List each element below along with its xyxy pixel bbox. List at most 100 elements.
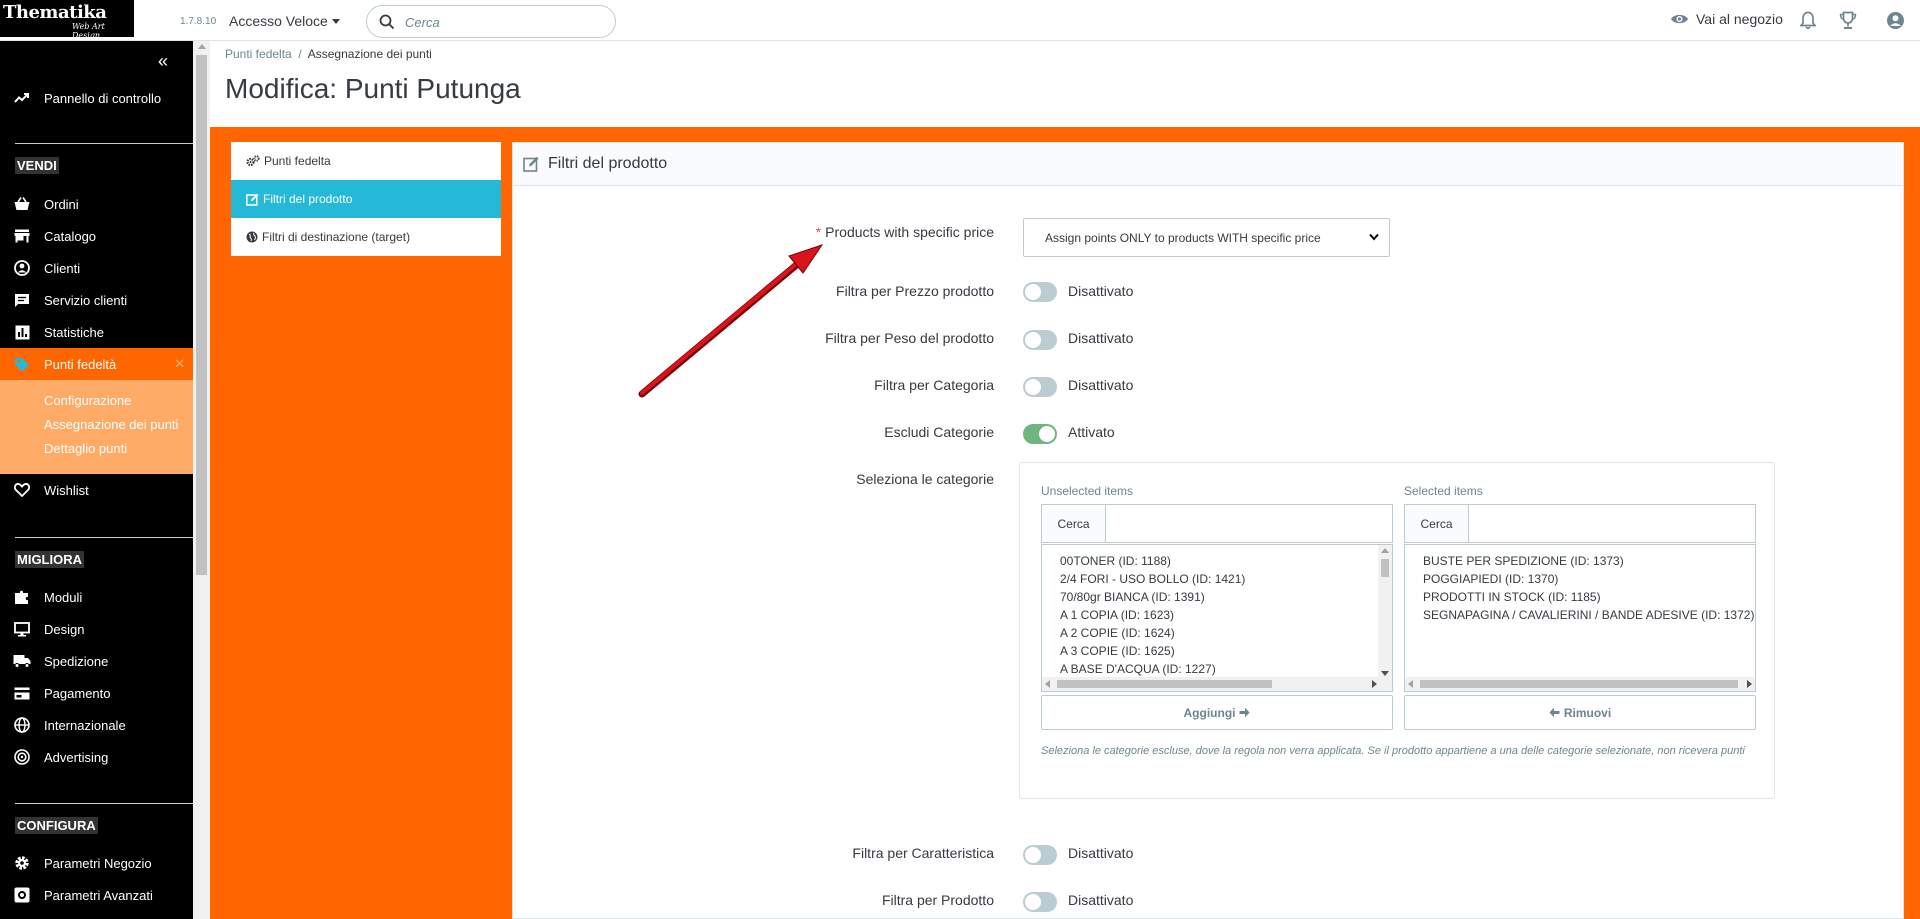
list-item[interactable]: POGGIAPIEDI (ID: 1370) [1423,572,1558,586]
sidebar-item-modules[interactable]: Moduli [0,581,193,613]
product-filters-panel: Filtri del prodotto * Products with speci… [512,142,1904,919]
remove-button[interactable]: Rimuovi [1404,695,1756,730]
vertical-scrollbar[interactable] [1378,545,1392,679]
filter-category-switch[interactable] [1023,377,1057,397]
sidebar: « Pannello di controllo VENDI Ordini Cat… [0,41,193,919]
list-item[interactable]: 2/4 FORI - USO BOLLO (ID: 1421) [1060,572,1245,586]
selected-listbox[interactable]: BUSTE PER SPEDIZIONE (ID: 1373) POGGIAPI… [1404,544,1756,692]
edit-icon [246,193,259,206]
search-input[interactable] [405,12,605,32]
sidebar-item-catalog[interactable]: Catalogo [0,220,193,252]
unselected-listbox[interactable]: 00TONER (ID: 1188) 2/4 FORI - USO BOLLO … [1041,544,1393,692]
list-item[interactable]: A 3 COPIE (ID: 1625) [1060,644,1175,658]
shop-logo[interactable]: Thematika Web Art Design [0,0,134,40]
list-item[interactable]: BUSTE PER SPEDIZIONE (ID: 1373) [1423,554,1624,568]
form-tabs: Punti fedelta Filtri del prodotto Filtri… [231,142,501,256]
bar-chart-icon [0,325,44,340]
loyalty-submenu: Configurazione Assegnazione dei punti De… [0,380,193,474]
trophy-icon[interactable] [1839,11,1857,30]
filter-feature-state: Disattivato [1068,845,1134,861]
bell-icon[interactable] [1800,11,1816,30]
sidebar-separator [15,803,193,804]
sidebar-item-advertising[interactable]: Advertising [0,741,193,773]
sidebar-item-customers[interactable]: Clienti [0,252,193,284]
filter-feature-label: Filtra per Caratteristica [852,845,994,861]
globe-icon [246,231,258,243]
settings-box-icon [0,887,44,903]
target-icon [0,749,44,765]
list-item[interactable]: SEGNAPAGINA / CAVALIERINI / BANDE ADESIV… [1423,608,1754,622]
sidebar-item-stats[interactable]: Statistiche [0,316,193,348]
close-icon[interactable]: ✕ [174,356,185,372]
select-categories-label: Seleziona le categorie [856,471,994,487]
breadcrumb: Punti fedelta / Assegnazione dei punti [225,47,432,61]
sidebar-item-shipping[interactable]: Spedizione [0,645,193,677]
tab-loyalty-points[interactable]: Punti fedelta [231,142,501,180]
sidebar-item-customer-service[interactable]: Servizio clienti [0,284,193,316]
unselected-search[interactable]: Cerca [1041,504,1393,543]
sidebar-item-orders[interactable]: Ordini [0,188,193,220]
collapse-sidebar-icon[interactable]: « [158,51,168,72]
account-icon[interactable] [1886,11,1905,30]
breadcrumb-current: Assegnazione dei punti [307,47,432,61]
list-item[interactable]: A 2 COPIE (ID: 1624) [1060,626,1175,640]
truck-icon [0,654,44,668]
submenu-item-config[interactable]: Configurazione [44,393,131,408]
cogs-icon [246,155,260,167]
sidebar-item-wishlist[interactable]: Wishlist [0,474,193,506]
tab-target-filters[interactable]: Filtri di destinazione (target) [231,218,501,256]
quick-access-dropdown[interactable]: Accesso Veloce [229,13,340,29]
trending-icon [0,92,44,104]
credit-card-icon [0,687,44,700]
arrow-right-icon [1239,707,1250,718]
filter-price-switch[interactable] [1023,282,1057,302]
specific-price-select[interactable]: Assign points ONLY to products WITH spec… [1023,218,1390,257]
filter-weight-switch[interactable] [1023,330,1057,350]
categories-help-text: Seleziona le categorie escluse, dove la … [1041,745,1745,757]
sidebar-item-design[interactable]: Design [0,613,193,645]
globe-icon [0,717,44,733]
filter-feature-switch[interactable] [1023,845,1057,865]
chat-icon [0,293,44,308]
version-label: 1.7.8.10 [180,16,217,27]
top-bar: Thematika Web Art Design 1.7.8.10 Access… [0,0,1920,41]
horizontal-scrollbar[interactable] [1405,677,1755,691]
sidebar-section-configure: CONFIGURA [15,817,98,834]
filter-price-label: Filtra per Prezzo prodotto [836,283,994,299]
list-item[interactable]: A BASE D'ACQUA (ID: 1227) [1060,662,1216,676]
sidebar-separator [15,143,193,144]
horizontal-scrollbar[interactable] [1042,677,1392,691]
search-icon [379,14,395,30]
header-search[interactable] [366,5,616,38]
sidebar-item-payment[interactable]: Pagamento [0,677,193,709]
sidebar-scrollbar[interactable] [193,41,210,919]
sidebar-item-shop-params[interactable]: Parametri Negozio [0,847,193,879]
page-header: Punti fedelta / Assegnazione dei punti M… [210,41,1920,127]
sidebar-item-dashboard[interactable]: Pannello di controllo [0,82,193,114]
submenu-item-assign[interactable]: Assegnazione dei punti [44,417,178,432]
filter-weight-state: Disattivato [1068,330,1134,346]
submenu-item-detail[interactable]: Dettaglio punti [44,441,127,456]
list-item[interactable]: 00TONER (ID: 1188) [1060,554,1171,568]
basket-icon [0,197,44,211]
selected-search[interactable]: Cerca [1404,504,1756,543]
unselected-items-label: Unselected items [1041,484,1134,498]
caret-down-icon [331,19,340,24]
sidebar-section-improve: MIGLIORA [15,551,84,568]
tab-product-filters[interactable]: Filtri del prodotto [231,180,501,218]
sidebar-item-advanced-params[interactable]: Parametri Avanzati [0,879,193,911]
sidebar-item-loyalty[interactable]: Punti fedeltà ✕ [0,348,193,380]
filter-weight-label: Filtra per Peso del prodotto [825,330,994,346]
edit-icon [523,156,539,172]
add-button[interactable]: Aggiungi [1041,695,1393,730]
list-item[interactable]: PRODOTTI IN STOCK (ID: 1185) [1423,590,1601,604]
category-picker: Unselected items Selected items Cerca Ce… [1019,462,1775,799]
exclude-categories-switch[interactable] [1023,424,1057,444]
sidebar-item-international[interactable]: Internazionale [0,709,193,741]
filter-product-switch[interactable] [1023,892,1057,912]
store-icon [0,229,44,243]
list-item[interactable]: 70/80gr BIANCA (ID: 1391) [1060,590,1205,604]
list-item[interactable]: A 1 COPIA (ID: 1623) [1060,608,1174,622]
view-shop-link[interactable]: Vai al negozio [1670,11,1783,27]
breadcrumb-parent[interactable]: Punti fedelta [225,47,292,61]
